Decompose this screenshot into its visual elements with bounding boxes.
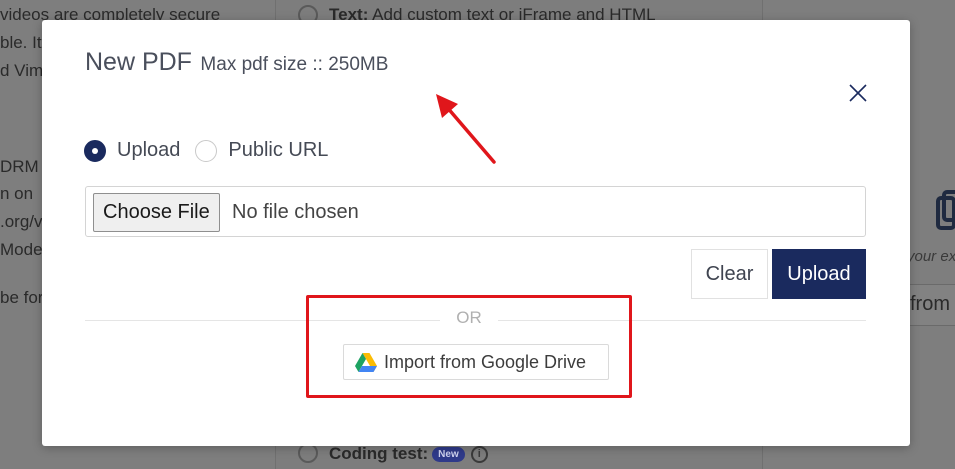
modal-title: New PDF [85,48,192,76]
upload-radio-label[interactable]: Upload [117,139,180,162]
google-drive-label: Import from Google Drive [384,351,587,372]
clear-button[interactable]: Clear [691,249,768,299]
import-google-drive-button[interactable]: Import from Google Drive [343,344,609,380]
source-selector: Upload Public URL [84,139,343,162]
public-url-radio-label[interactable]: Public URL [228,139,328,162]
new-badge: New [432,447,465,463]
bg-left-text: .org/v [0,212,43,231]
divider [85,320,440,321]
modal-header: New PDF Max pdf size :: 250MB [85,48,388,77]
file-status: No file chosen [232,201,359,223]
bg-coding-test-radio[interactable] [298,443,318,463]
bg-left-text: n on [0,184,34,203]
bg-coding-test-option: Coding test: New i [329,444,488,464]
public-url-radio[interactable] [195,139,218,162]
upload-radio[interactable] [84,139,106,162]
bg-left-text: be for [0,288,44,307]
bg-right-button-text: from [910,293,950,315]
max-size-note: Max pdf size :: 250MB [200,54,389,75]
annotation-arrow [436,94,496,164]
google-drive-icon [355,352,377,372]
bg-left-text: ble. It [0,33,42,52]
file-input[interactable]: Choose File No file chosen [85,186,866,237]
upload-button[interactable]: Upload [772,249,866,299]
info-icon[interactable]: i [470,446,488,464]
new-pdf-modal: New PDF Max pdf size :: 250MB Upload Pub… [42,20,910,446]
or-separator: OR [456,308,482,327]
document-icon [936,190,955,230]
close-icon[interactable] [847,82,869,104]
bg-right-hint: your ex [907,248,955,265]
choose-file-button[interactable]: Choose File [93,193,220,232]
bg-left-text: Mode [0,240,43,259]
radio-dot [92,147,98,154]
divider [498,320,866,321]
